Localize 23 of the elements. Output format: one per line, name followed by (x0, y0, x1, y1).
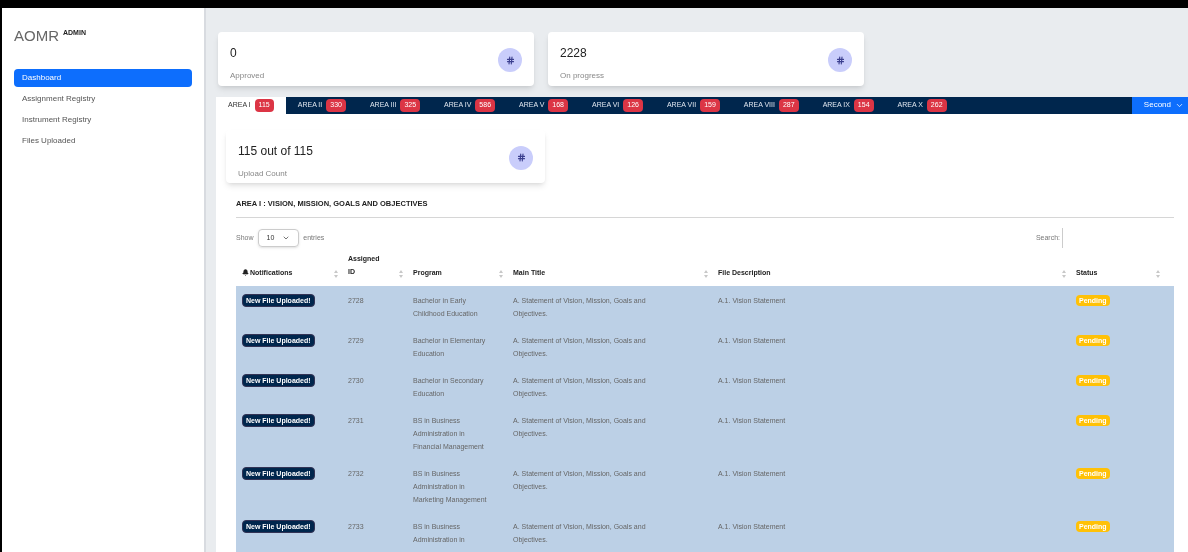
stat-value: 115 out of 115 (238, 142, 313, 160)
sidebar-item[interactable]: Dashboard (14, 69, 192, 87)
sort-icon (1156, 270, 1160, 278)
hash-icon (509, 145, 533, 170)
sort-icon (499, 270, 503, 278)
stat-value: 0 (230, 45, 238, 62)
stat-value: 2228 (560, 45, 588, 62)
sort-icon (334, 270, 338, 278)
hash-icon (828, 48, 852, 72)
sidebar-item[interactable]: Assignment Registry (14, 90, 192, 108)
hash-icon (498, 48, 522, 72)
sort-icon (1062, 270, 1066, 278)
sort-icon (704, 270, 708, 278)
bell-icon (242, 269, 249, 277)
stat-label: Approved (230, 70, 265, 82)
sidebar-item[interactable]: Instrument Registry (14, 111, 192, 129)
chevron-down-icon (282, 234, 291, 242)
stat-label: Upload Count (238, 167, 288, 180)
stat-label: On progress (560, 70, 605, 82)
semester-dropdown[interactable]: Second (1131, 97, 1188, 114)
logo: AOMR (14, 28, 59, 43)
sort-icon (399, 270, 403, 278)
sidebar-item[interactable]: Files Uploaded (14, 132, 192, 150)
